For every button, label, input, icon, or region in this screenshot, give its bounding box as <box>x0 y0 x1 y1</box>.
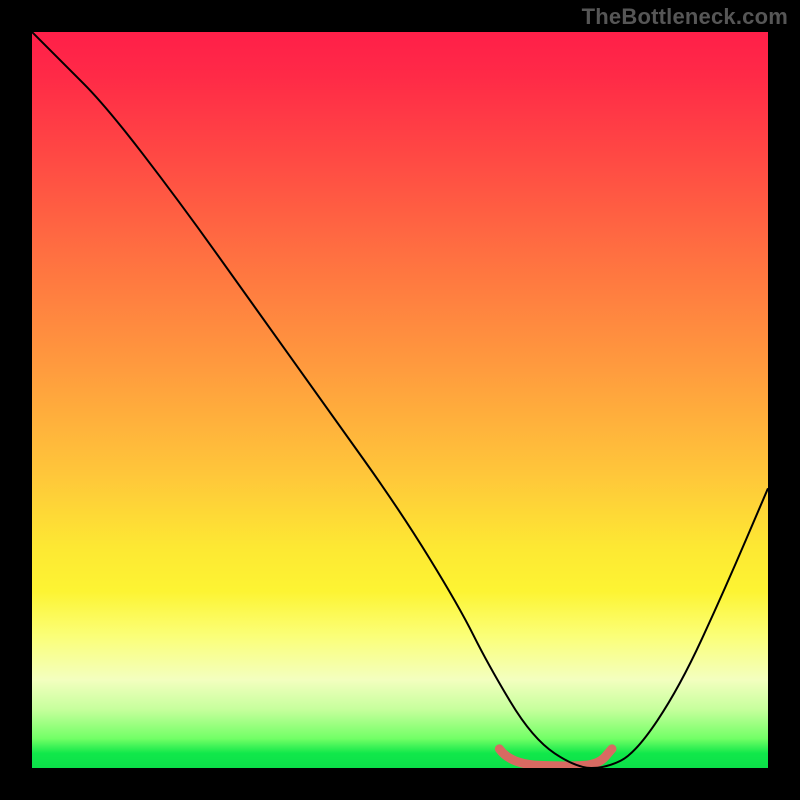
optimal-band-marker <box>499 749 612 766</box>
attribution-label: TheBottleneck.com <box>582 4 788 30</box>
plot-area <box>32 32 768 768</box>
chart-frame: TheBottleneck.com <box>0 0 800 800</box>
chart-svg <box>32 32 768 768</box>
bottleneck-curve-line <box>32 32 768 768</box>
